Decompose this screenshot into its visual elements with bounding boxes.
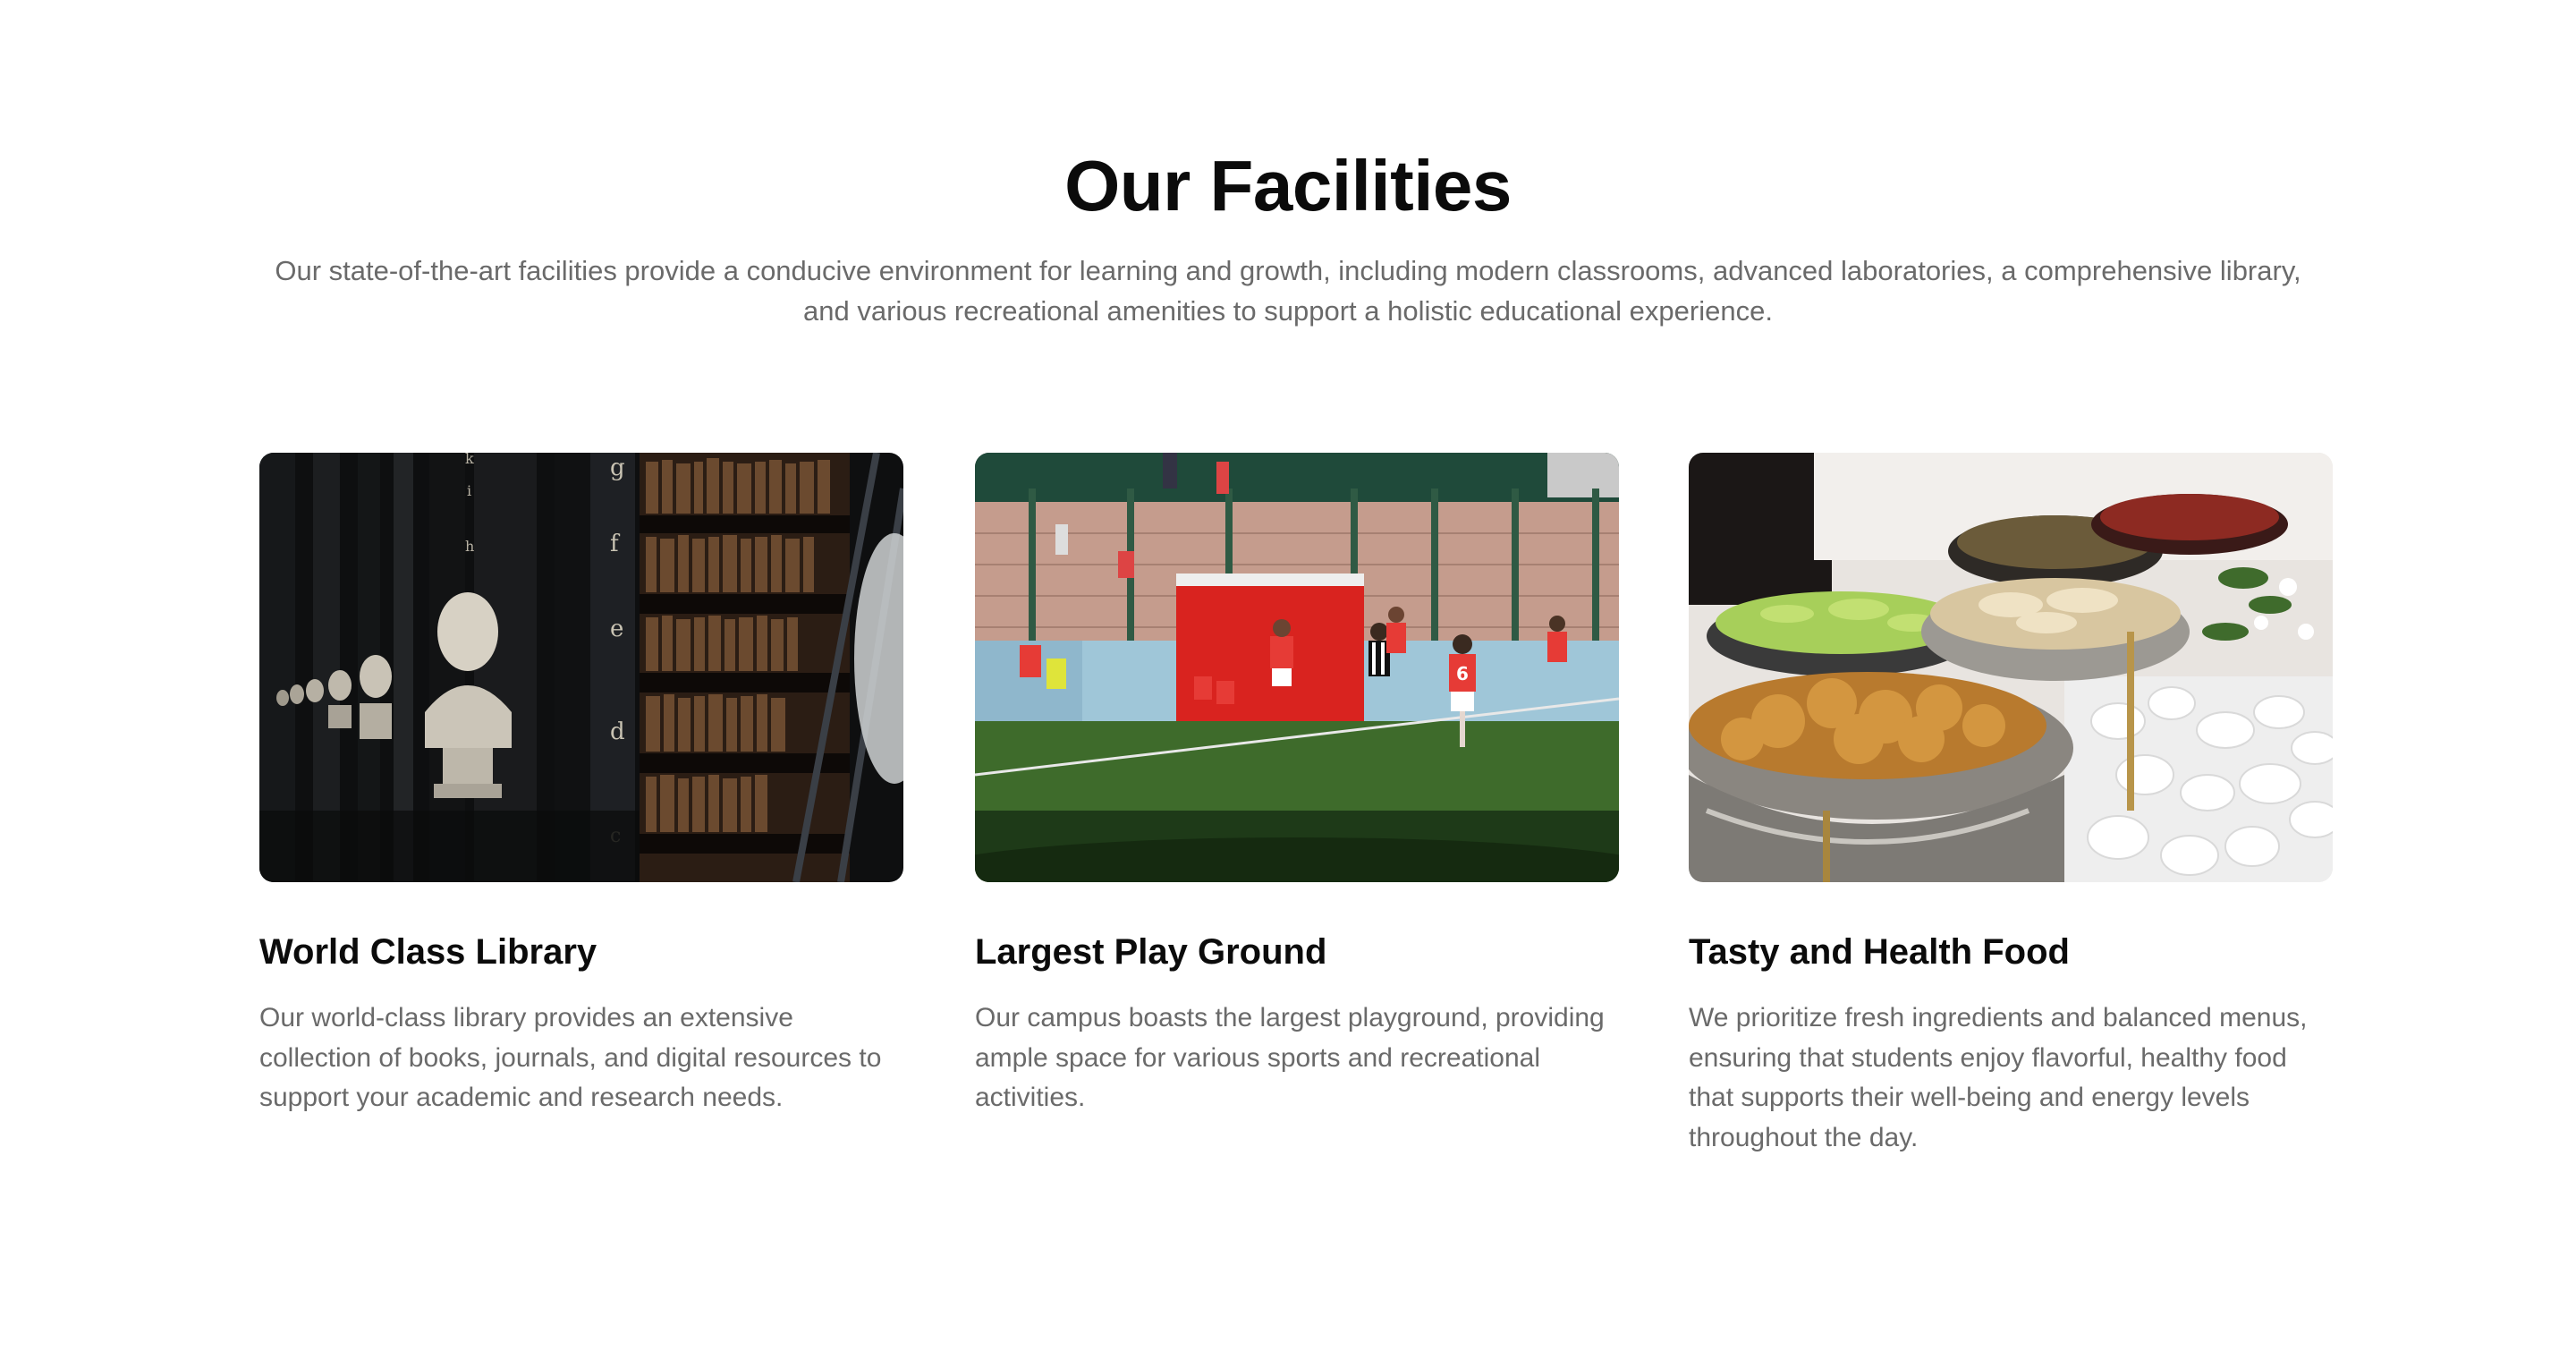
facility-description: Our world-class library provides an exte… [259, 1003, 882, 1112]
facility-title: Tasty and Health Food [1689, 932, 2070, 972]
facility-description: Our campus boasts the largest playground… [975, 1003, 1605, 1112]
section-title: Our Facilities [1064, 146, 1512, 225]
facility-description: We prioritize fresh ingredients and bala… [1689, 1003, 2308, 1152]
svg-text:g: g [610, 455, 625, 481]
facility-card-library: g f e d c k i h [259, 453, 903, 1112]
svg-text:k: k [465, 453, 474, 467]
svg-text:i: i [467, 482, 471, 499]
facility-card-playground: 6 Largest Play Ground Our campus boasts … [975, 453, 1619, 1112]
facility-card-food: Tasty and Health Food We prioritize fres… [1689, 453, 2333, 1152]
food-photo [1689, 453, 2333, 882]
facilities-section: Our Facilities Our state-of-the-art faci… [0, 0, 2576, 1351]
svg-text:h: h [465, 538, 474, 555]
facility-title: World Class Library [259, 932, 597, 972]
svg-text:d: d [610, 718, 625, 745]
library-photo: g f e d c k i h [259, 453, 903, 882]
facility-title: Largest Play Ground [975, 932, 1327, 972]
svg-text:6: 6 [1456, 663, 1469, 684]
playground-photo: 6 [975, 453, 1619, 882]
section-intro: Our state-of-the-art facilities provide … [275, 255, 2301, 327]
svg-text:e: e [610, 616, 623, 642]
